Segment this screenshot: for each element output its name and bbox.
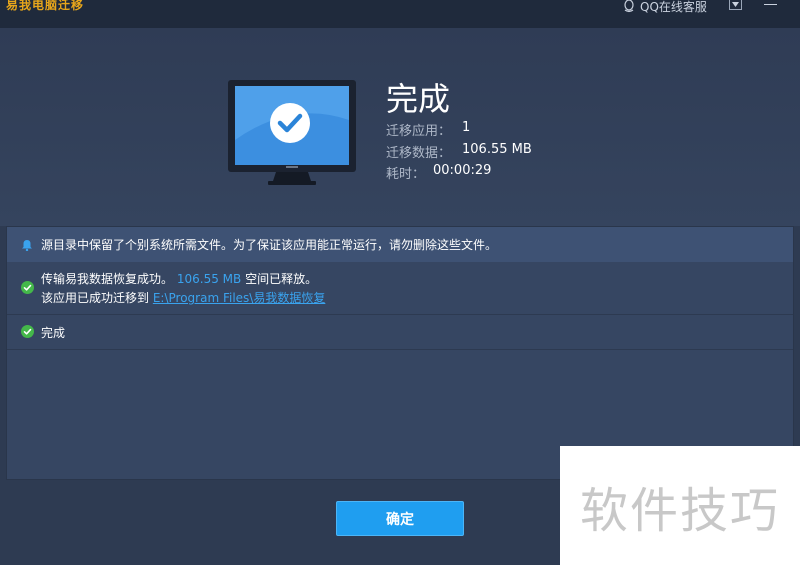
app-title: 易我电脑迁移: [6, 0, 85, 12]
transfer-text-after: 空间已释放。: [245, 272, 318, 286]
stat-data: 迁移数据： 106.55 MB: [386, 142, 532, 161]
watermark: 软件技巧: [560, 446, 800, 565]
stat-label: 迁移数据：: [386, 146, 452, 161]
result-title: 完成: [386, 80, 451, 118]
qq-support-label: QQ在线客服: [640, 0, 707, 14]
transfer-text: 传输易我数据恢复成功。: [41, 272, 174, 286]
notice-bar: 源目录中保留了个别系统所需文件。为了保证该应用能正常运行，请勿删除这些文件。: [7, 227, 793, 262]
check-circle-icon: [21, 281, 34, 294]
check-circle-icon: [21, 325, 34, 338]
stat-label: 耗时：: [386, 167, 426, 182]
confirm-button[interactable]: 确定: [336, 501, 464, 536]
qq-penguin-icon: [624, 0, 634, 13]
monitor-check-icon: [228, 80, 356, 185]
stat-apps: 迁移应用： 1: [386, 120, 470, 139]
log-panel: 源目录中保留了个别系统所需文件。为了保证该应用能正常运行，请勿删除这些文件。 传…: [6, 226, 794, 480]
transfer-message: 传输易我数据恢复成功。 106.55 MB 空间已释放。: [41, 270, 317, 287]
qq-support-link[interactable]: QQ在线客服: [622, 0, 707, 14]
stat-label: 迁移应用：: [386, 124, 452, 139]
stat-value: 00:00:29: [433, 163, 492, 178]
destination-prefix: 该应用已成功迁移到: [41, 291, 150, 305]
notice-text: 源目录中保留了个别系统所需文件。为了保证该应用能正常运行，请勿删除这些文件。: [41, 238, 498, 252]
bell-icon: [22, 239, 32, 251]
watermark-text: 软件技巧: [579, 482, 780, 539]
minimize-button[interactable]: [764, 4, 777, 5]
title-bar: 易我电脑迁移 QQ在线客服: [0, 0, 800, 28]
log-row-complete: 完成: [7, 314, 793, 350]
log-row-transfer: 传输易我数据恢复成功。 106.55 MB 空间已释放。 该应用已成功迁移到 E…: [7, 262, 793, 315]
stat-value: 106.55 MB: [462, 142, 532, 157]
freed-size: 106.55 MB: [176, 272, 242, 286]
chevron-down-icon: [732, 2, 739, 7]
stat-value: 1: [462, 120, 471, 135]
destination-path-link[interactable]: E:\Program Files\易我数据恢复: [153, 291, 326, 305]
complete-text: 完成: [41, 326, 66, 340]
menu-dropdown-button[interactable]: [729, 0, 742, 10]
stat-time: 耗时： 00:00:29: [386, 163, 491, 182]
destination-message: 该应用已成功迁移到 E:\Program Files\易我数据恢复: [41, 289, 325, 306]
